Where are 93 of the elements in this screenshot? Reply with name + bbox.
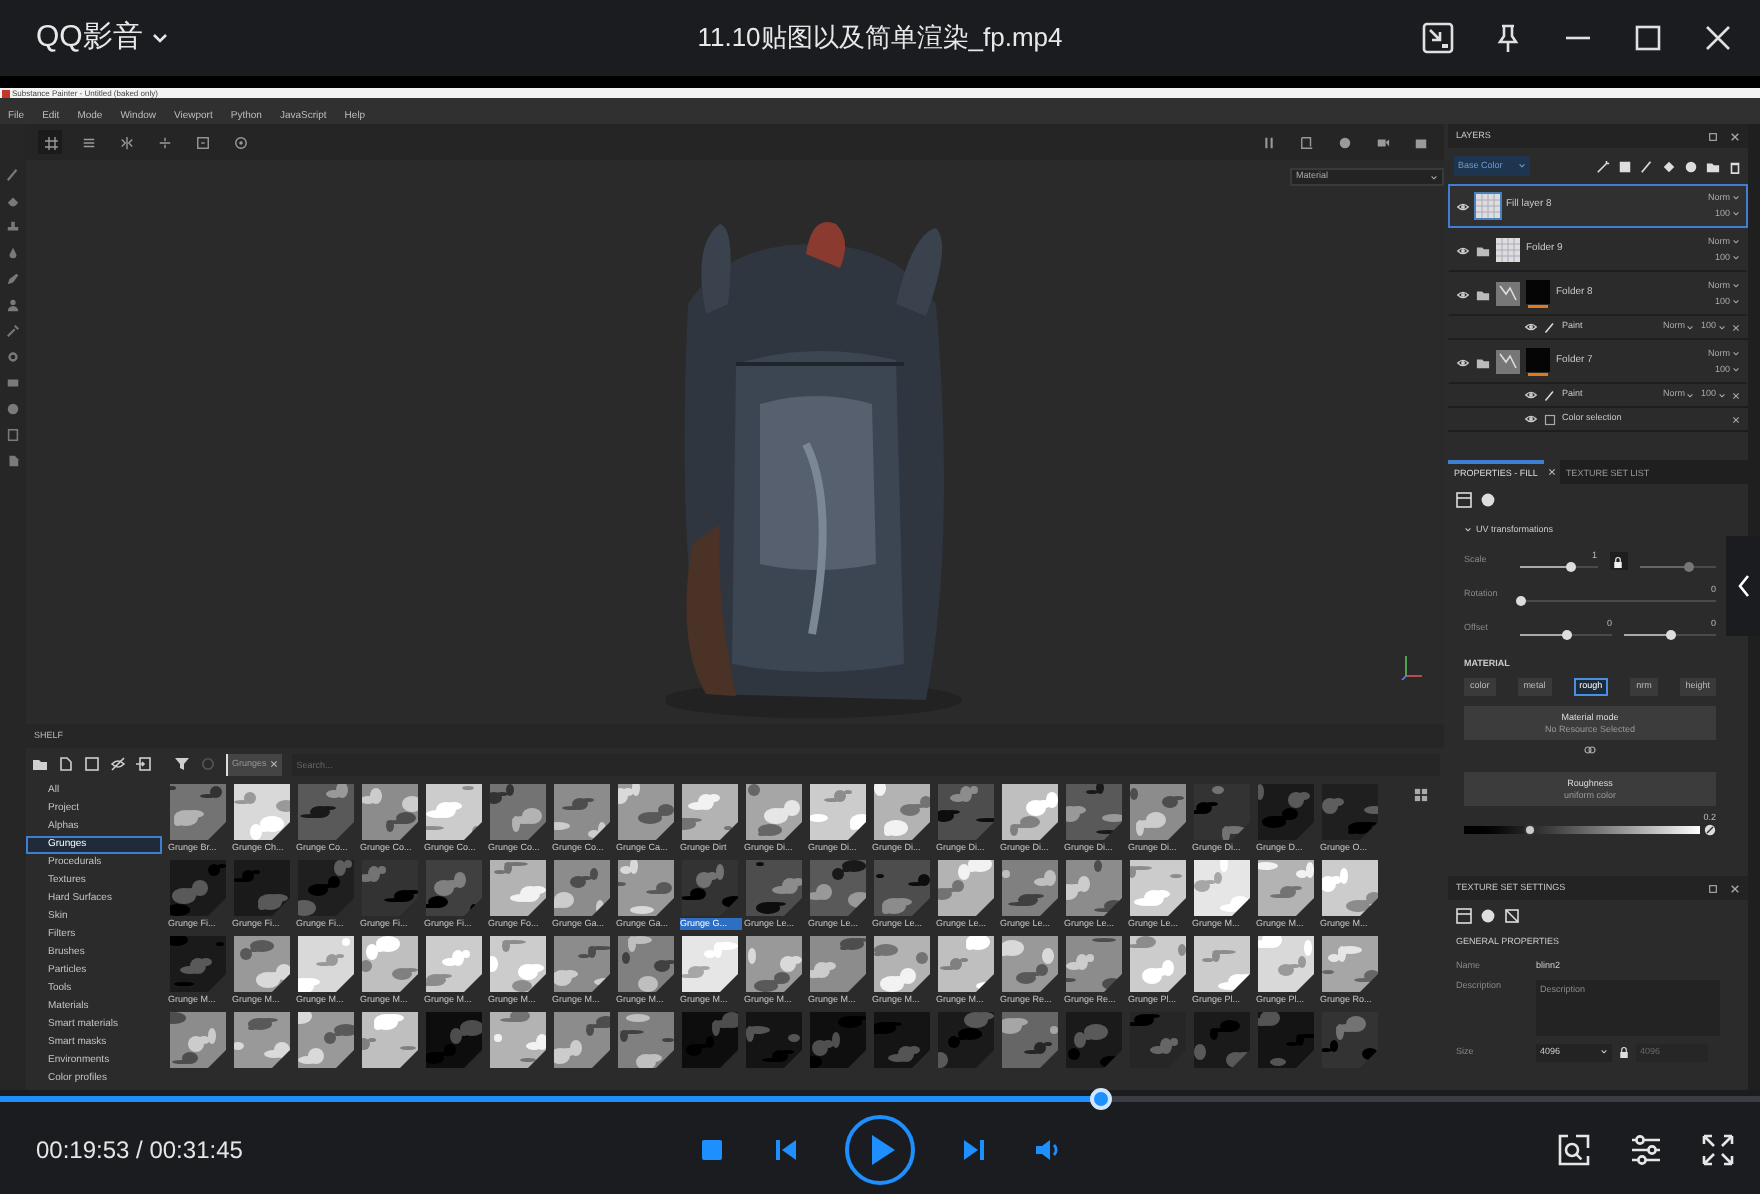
chevron-down-icon	[1464, 526, 1472, 534]
slider-thumb[interactable]	[1524, 824, 1537, 836]
folder-icon[interactable]	[32, 756, 48, 772]
axis-icon	[1400, 652, 1424, 680]
brush-icon	[1544, 321, 1556, 333]
eye-icon[interactable]	[1456, 243, 1470, 257]
close-icon[interactable]	[1730, 131, 1740, 141]
eye-icon[interactable]	[1524, 412, 1538, 426]
square-icon	[1544, 413, 1556, 425]
wand-icon[interactable]	[1596, 159, 1610, 173]
close-icon[interactable]	[1732, 391, 1740, 399]
video-title: 11.10贴图以及简单渲染_fp.mp4	[697, 20, 1063, 57]
play-button[interactable]	[844, 1114, 916, 1186]
caret-icon	[1518, 162, 1526, 170]
slider-thumb[interactable]	[1665, 629, 1675, 640]
person-icon[interactable]	[6, 298, 20, 312]
grid-view-icon[interactable]	[1414, 788, 1428, 802]
close-icon[interactable]	[1730, 883, 1740, 893]
crop-icon[interactable]	[1504, 908, 1520, 924]
symmetry-icon[interactable]	[120, 135, 134, 149]
layer-thumbnail	[1476, 194, 1500, 218]
hidden-icon[interactable]	[110, 756, 126, 772]
caret-icon	[1718, 391, 1726, 399]
eye-icon[interactable]	[1524, 320, 1538, 334]
collapse-tab[interactable]	[1726, 536, 1760, 636]
next-icon[interactable]	[958, 1134, 990, 1166]
split-icon[interactable]	[158, 135, 172, 149]
folder-icon[interactable]	[1476, 287, 1490, 301]
caret-icon	[150, 28, 171, 48]
stop-icon[interactable]	[696, 1134, 728, 1166]
lock-button[interactable]	[1609, 552, 1627, 570]
eye-icon[interactable]	[1524, 388, 1538, 402]
link-icon	[1584, 746, 1596, 754]
filter-icon[interactable]	[174, 756, 190, 772]
pen-icon[interactable]	[6, 272, 20, 286]
caret-icon	[1430, 173, 1438, 181]
float-icon[interactable]	[1708, 883, 1718, 893]
lock-icon	[1612, 555, 1624, 567]
drop-icon[interactable]	[6, 246, 20, 260]
close-icon[interactable]	[1732, 323, 1740, 331]
app-logo-icon	[2, 89, 10, 97]
fullscreen-icon[interactable]	[1700, 1132, 1736, 1168]
new-file-icon[interactable]	[58, 756, 74, 772]
slider-thumb[interactable]	[1684, 561, 1695, 572]
eye-icon[interactable]	[1456, 355, 1470, 369]
close-icon[interactable]	[1547, 468, 1556, 476]
caret-icon	[1686, 391, 1695, 399]
lock-icon[interactable]	[1618, 1046, 1630, 1058]
caret-icon	[1600, 1048, 1608, 1056]
folder-icon[interactable]	[1706, 159, 1720, 173]
camera-icon[interactable]	[1376, 135, 1390, 149]
import-icon[interactable]	[136, 756, 152, 772]
close-icon[interactable]	[1732, 415, 1740, 423]
list-icon[interactable]	[82, 135, 96, 149]
pause-icon[interactable]	[1262, 135, 1276, 149]
slider-thumb[interactable]	[1565, 561, 1576, 572]
bucket-icon[interactable]	[1662, 159, 1676, 173]
previous-icon[interactable]	[770, 1134, 802, 1166]
document-icon[interactable]	[6, 454, 20, 468]
caret-icon	[1686, 323, 1695, 331]
gradient-track[interactable]	[1464, 826, 1700, 834]
float-icon[interactable]	[1708, 131, 1718, 141]
sphere-icon[interactable]	[1338, 135, 1352, 149]
chevron-left-icon	[1735, 574, 1751, 598]
time-display: 00:19:53 / 00:31:45	[36, 1136, 243, 1164]
sliders-icon[interactable]	[1628, 1132, 1664, 1168]
trash-icon[interactable]	[1728, 159, 1742, 173]
sphere-icon[interactable]	[1684, 159, 1698, 173]
shape-icon[interactable]	[1300, 135, 1314, 149]
picker-icon[interactable]	[6, 324, 20, 338]
app-menu-button[interactable]: QQ影音	[36, 15, 171, 61]
caret-icon	[1718, 323, 1726, 331]
brush-icon	[1544, 389, 1556, 401]
sphere-icon[interactable]	[1480, 908, 1496, 924]
zoom-frame-icon[interactable]	[1556, 1132, 1592, 1168]
layer-thumbnail	[1496, 350, 1520, 374]
stamp-icon[interactable]	[6, 220, 20, 234]
layer-thumbnail	[1496, 282, 1520, 306]
sphere-icon[interactable]	[1480, 492, 1496, 508]
gear-icon[interactable]	[6, 350, 20, 364]
target-icon[interactable]	[234, 135, 248, 149]
slider-thumb[interactable]	[1561, 629, 1571, 640]
texture-icon[interactable]	[1456, 908, 1472, 924]
eraser-icon[interactable]	[6, 194, 20, 208]
grid-icon[interactable]	[43, 135, 57, 149]
eye-icon[interactable]	[1456, 199, 1470, 213]
slider-thumb[interactable]	[1515, 595, 1525, 606]
layer-thumbnail	[1496, 238, 1520, 262]
texture-icon[interactable]	[1456, 492, 1472, 508]
eye-icon[interactable]	[1456, 287, 1470, 301]
folder-icon[interactable]	[1476, 243, 1490, 257]
frame-icon[interactable]	[196, 135, 210, 149]
folder-icon[interactable]	[1476, 355, 1490, 369]
